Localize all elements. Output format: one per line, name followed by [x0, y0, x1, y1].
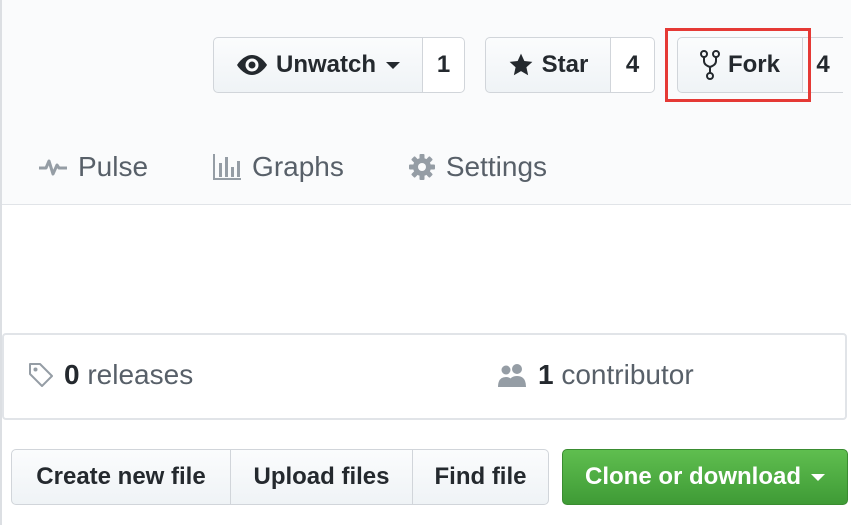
chevron-down-icon	[811, 473, 825, 481]
tab-pulse-label: Pulse	[78, 151, 149, 182]
stargazers-count[interactable]: 4	[611, 37, 655, 93]
star-icon	[509, 53, 533, 76]
create-new-file-button[interactable]: Create new file	[11, 449, 231, 505]
file-navigation: Create new file Upload files Find file	[11, 449, 549, 505]
contributors-count: 1	[538, 359, 554, 390]
unwatch-label: Unwatch	[275, 51, 376, 78]
releases-count: 0	[64, 359, 80, 390]
contributors-label: contributor	[561, 359, 694, 390]
star-button[interactable]: Star	[485, 37, 611, 93]
contributors-link[interactable]: 1 contributor	[496, 359, 694, 391]
chevron-down-icon	[386, 61, 400, 69]
watch-group: Unwatch 1	[213, 37, 465, 93]
unwatch-button[interactable]: Unwatch	[213, 37, 423, 93]
page-border	[0, 0, 2, 525]
gear-icon	[408, 154, 435, 180]
numbers-summary: 0 releases 1 contributor	[2, 333, 847, 420]
contributors-text: 1 contributor	[538, 359, 694, 391]
releases-link[interactable]: 0 releases	[28, 359, 193, 391]
tab-graphs[interactable]: Graphs	[212, 151, 344, 183]
repo-nav: Pulse Graphs Settings	[38, 145, 611, 189]
releases-text: 0 releases	[64, 359, 193, 391]
people-icon	[498, 364, 526, 387]
tab-pulse[interactable]: Pulse	[38, 151, 148, 183]
graph-icon	[213, 154, 242, 180]
upload-files-button[interactable]: Upload files	[231, 449, 413, 505]
tab-graphs-label: Graphs	[252, 151, 344, 182]
fork-highlight-box	[665, 28, 811, 102]
repo-page: Unwatch 1 Star 4 Fork 4 Pulse Graphs Set…	[0, 0, 851, 525]
releases-label: releases	[87, 359, 194, 390]
tag-icon	[29, 363, 53, 387]
find-file-button[interactable]: Find file	[413, 449, 549, 505]
watchers-count[interactable]: 1	[423, 37, 465, 93]
eye-icon	[236, 55, 267, 75]
clone-or-download-button[interactable]: Clone or download	[562, 449, 848, 505]
clone-label: Clone or download	[585, 463, 801, 490]
pulse-icon	[39, 159, 67, 176]
star-group: Star 4	[485, 37, 655, 93]
tab-settings[interactable]: Settings	[408, 151, 547, 183]
star-label: Star	[541, 51, 589, 78]
tab-settings-label: Settings	[445, 151, 548, 182]
